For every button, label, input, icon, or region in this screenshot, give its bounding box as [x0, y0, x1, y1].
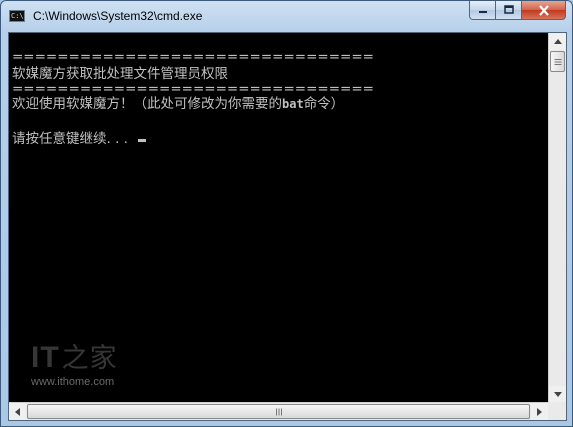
horizontal-scroll-thumb[interactable]	[27, 404, 530, 419]
console-line: 软媒魔方获取批处理文件管理员权限	[12, 66, 228, 82]
maximize-button[interactable]	[496, 1, 522, 20]
minimize-button[interactable]	[469, 1, 496, 20]
scroll-down-button[interactable]	[549, 386, 566, 403]
close-button[interactable]	[522, 1, 566, 20]
minimize-icon	[478, 11, 487, 13]
console-output[interactable]: ================================ 软媒魔方获取批…	[9, 33, 548, 403]
maximize-icon	[503, 5, 514, 14]
watermark-url: www.ithome.com	[31, 376, 115, 388]
grip-icon	[554, 58, 561, 65]
vertical-scrollbar[interactable]	[548, 33, 566, 403]
text-cursor	[138, 139, 147, 142]
ithome-logo: IT之家	[31, 341, 118, 374]
grip-icon	[275, 408, 282, 415]
size-grip-corner[interactable]	[548, 402, 566, 420]
close-icon	[538, 4, 549, 16]
watermark: IT之家 www.ithome.com	[31, 341, 118, 389]
caption-buttons	[469, 1, 566, 21]
console-line: 请按任意键继续. . .	[12, 131, 147, 147]
console-text-bat: bat	[282, 97, 304, 111]
cmd-app-icon[interactable]: C:\	[9, 10, 25, 22]
console-line: 欢迎使用软媒魔方！（此处可修改为你需要的bat命令）	[12, 96, 344, 112]
scroll-up-button[interactable]	[549, 33, 566, 50]
chevron-up-icon	[553, 39, 562, 44]
scroll-left-button[interactable]	[9, 403, 26, 420]
scroll-right-button[interactable]	[531, 403, 548, 420]
console-line: ================================	[12, 49, 374, 65]
title-bar[interactable]: C:\ C:\Windows\System32\cmd.exe	[1, 1, 572, 32]
horizontal-scrollbar[interactable]	[9, 402, 548, 420]
chevron-right-icon	[537, 407, 542, 416]
console-text: 命令）	[303, 96, 345, 112]
chevron-down-icon	[553, 392, 562, 397]
vertical-scroll-thumb[interactable]	[550, 51, 565, 72]
chevron-left-icon	[15, 407, 20, 416]
console-text: 欢迎使用软媒魔方！（此处可修改为你需要的	[12, 96, 282, 112]
console-client-area: ================================ 软媒魔方获取批…	[8, 32, 567, 421]
console-prompt: 请按任意键继续. . .	[12, 131, 133, 147]
console-line: ================================	[12, 81, 374, 97]
window-title: C:\Windows\System32\cmd.exe	[33, 9, 203, 23]
cmd-window: C:\ C:\Windows\System32\cmd.exe ========…	[0, 0, 573, 427]
